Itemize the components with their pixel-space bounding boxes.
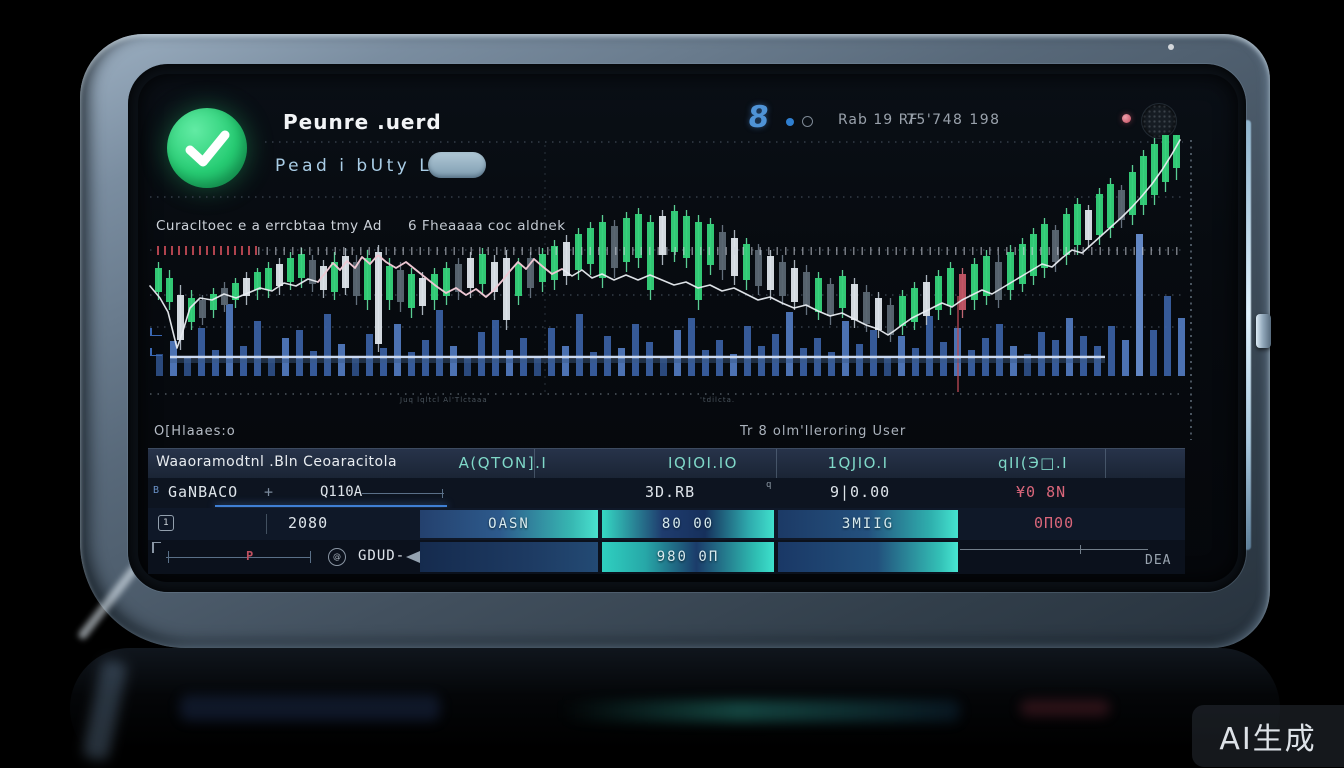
row2-value-5: 0Π00 bbox=[1034, 514, 1074, 532]
reflection-blue bbox=[180, 695, 440, 721]
row1-name: GaNBACO bbox=[168, 483, 238, 501]
col-header-4[interactable]: 1QJIO.I bbox=[778, 454, 938, 472]
status-dot-icon bbox=[786, 118, 794, 126]
table-row-2[interactable]: 1 2080 OASN 80 00 3MIIG 0Π00 bbox=[148, 508, 1185, 540]
gradient-bar[interactable]: 80 00 bbox=[602, 510, 774, 538]
row1-code: Q110A bbox=[320, 484, 362, 500]
measure-line bbox=[362, 493, 444, 494]
row-highlight-line bbox=[215, 505, 447, 507]
reflection-red bbox=[1020, 700, 1110, 716]
row3-tick bbox=[310, 551, 311, 563]
row3-marker: P bbox=[246, 549, 253, 563]
watermark-badge: AI生成 bbox=[1192, 705, 1344, 767]
antenna-dot bbox=[1168, 44, 1174, 50]
reflection-teal bbox=[560, 700, 960, 722]
tick-strip bbox=[258, 247, 1183, 255]
slider-tick bbox=[1080, 545, 1081, 554]
row1-value-3: 3D.RB bbox=[645, 483, 695, 501]
gradient-bar[interactable]: 980 0Π bbox=[602, 542, 774, 572]
measure-tick bbox=[442, 489, 443, 498]
axis-bracket bbox=[150, 328, 162, 336]
slider-line[interactable] bbox=[960, 549, 1148, 550]
header-separator bbox=[1105, 449, 1106, 479]
axis-note-a: Juq lqltcl Al'Tlctaaa bbox=[400, 396, 488, 404]
row1-sup: q bbox=[766, 480, 771, 490]
header-separator bbox=[534, 449, 535, 479]
bracket-mark bbox=[152, 542, 161, 553]
camera-dot-icon bbox=[1122, 114, 1131, 123]
right-dotted-strip bbox=[1190, 140, 1192, 440]
gradient-bar[interactable] bbox=[420, 542, 598, 572]
logo-8-icon: 8 bbox=[746, 100, 771, 135]
col-header-1: Waaoramodtnl .Bln Ceoaracitola bbox=[156, 454, 397, 470]
row1-prefix: B bbox=[153, 485, 159, 496]
row1-value-4: 9|0.00 bbox=[830, 483, 890, 501]
panel-caption-left: O[Hlaaes:o bbox=[154, 424, 236, 439]
page-title: Peunre .uerd bbox=[283, 110, 442, 134]
side-button[interactable] bbox=[1256, 314, 1271, 348]
row1-value-5: ¥0 8N bbox=[1016, 483, 1066, 501]
row3-line bbox=[166, 557, 311, 558]
scene: Peunre .uerd Pead i bUty L 8 Rab 19 RF 7… bbox=[0, 0, 1344, 768]
table-header: Waaoramodtnl .Bln Ceoaracitola A(QTON].I… bbox=[148, 448, 1185, 480]
table-row-3[interactable]: P @ GDUD- 980 0Π DEA bbox=[148, 540, 1185, 574]
col-header-2[interactable]: A(QTON].I bbox=[403, 454, 603, 472]
price-chart bbox=[145, 135, 1190, 415]
watermark-text: AI生成 bbox=[1219, 714, 1316, 758]
arrow-left-icon bbox=[406, 551, 420, 563]
speaker-grille-icon bbox=[1142, 104, 1176, 138]
tick-strip-red bbox=[157, 246, 257, 255]
header-separator bbox=[776, 449, 777, 479]
cell-separator bbox=[266, 514, 267, 534]
row3-tick bbox=[168, 551, 169, 563]
gradient-bar[interactable]: OASN bbox=[420, 510, 598, 538]
checkbox-icon[interactable]: 1 bbox=[158, 515, 174, 531]
col-header-3[interactable]: IQIOI.IO bbox=[603, 454, 803, 472]
gradient-bar[interactable] bbox=[778, 542, 958, 572]
row3-right-label: DEA bbox=[1145, 553, 1171, 568]
table-row-1[interactable]: B GaNBACO + Q110A 3D.RB q 9|0.00 ¥0 8N bbox=[148, 478, 1185, 508]
at-circle-icon[interactable]: @ bbox=[328, 548, 346, 566]
row3-code: GDUD- bbox=[358, 548, 405, 564]
axis-bracket bbox=[150, 348, 162, 356]
status-text-b: 75'748 198 bbox=[906, 112, 1001, 128]
plus-icon[interactable]: + bbox=[264, 483, 273, 501]
axis-note-b: 'tdilcta. bbox=[700, 396, 735, 404]
panel-caption-right: Tr 8 olm'lleroring User bbox=[740, 424, 906, 439]
status-ring-icon bbox=[802, 116, 813, 127]
row2-code: 2080 bbox=[288, 514, 328, 532]
gradient-bar[interactable]: 3MIIG bbox=[778, 510, 958, 538]
col-header-5[interactable]: qII(Э□.I bbox=[948, 454, 1118, 472]
